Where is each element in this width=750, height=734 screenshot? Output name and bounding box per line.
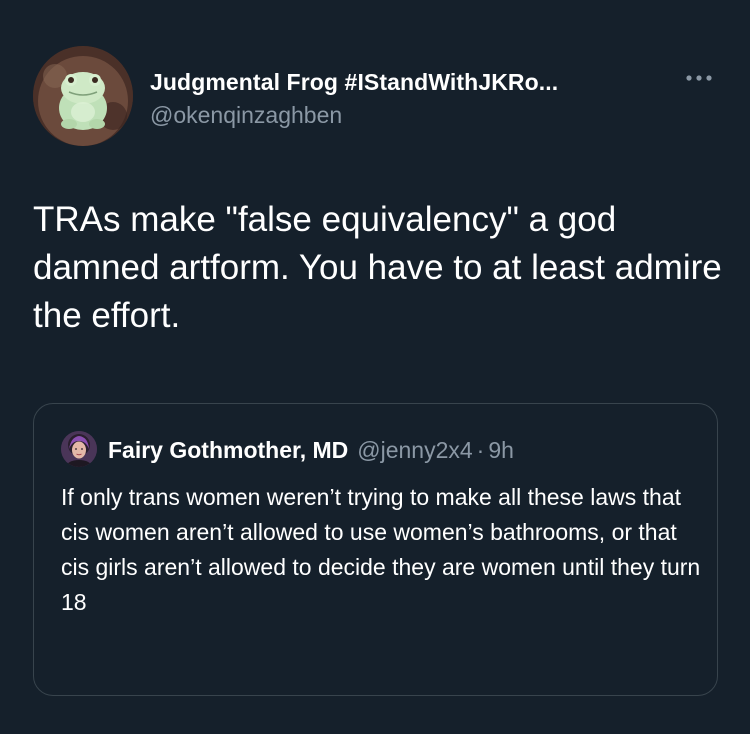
quoted-tweet[interactable]: Fairy Gothmother, MD @jenny2x4 · 9h If o… [33,403,718,696]
more-horizontal-icon[interactable] [683,66,715,90]
user-avatar[interactable] [61,431,97,467]
quoted-tweet-text: If only trans women weren’t trying to ma… [61,484,701,615]
author-name-row[interactable]: Judgmental Frog #IStandWithJKRo... [150,64,558,100]
quoted-author-handle[interactable]: @jenny2x4 [357,437,472,464]
quoted-tweet-time[interactable]: 9h [488,437,514,464]
quoted-tweet-header: Fairy Gothmother, MD @jenny2x4 · 9h [108,434,514,466]
quoted-author-display-name[interactable]: Fairy Gothmother, MD [108,437,348,464]
tweet: Judgmental Frog #IStandWithJKRo... @oken… [0,0,750,734]
author-handle[interactable]: @okenqinzaghben [150,102,342,129]
tweet-text: TRAs make "false equivalency" a god damn… [33,200,722,335]
separator-dot: · [476,436,485,463]
frog-avatar[interactable] [33,46,133,146]
author-display-name[interactable]: Judgmental Frog #IStandWithJKRo... [150,69,558,96]
